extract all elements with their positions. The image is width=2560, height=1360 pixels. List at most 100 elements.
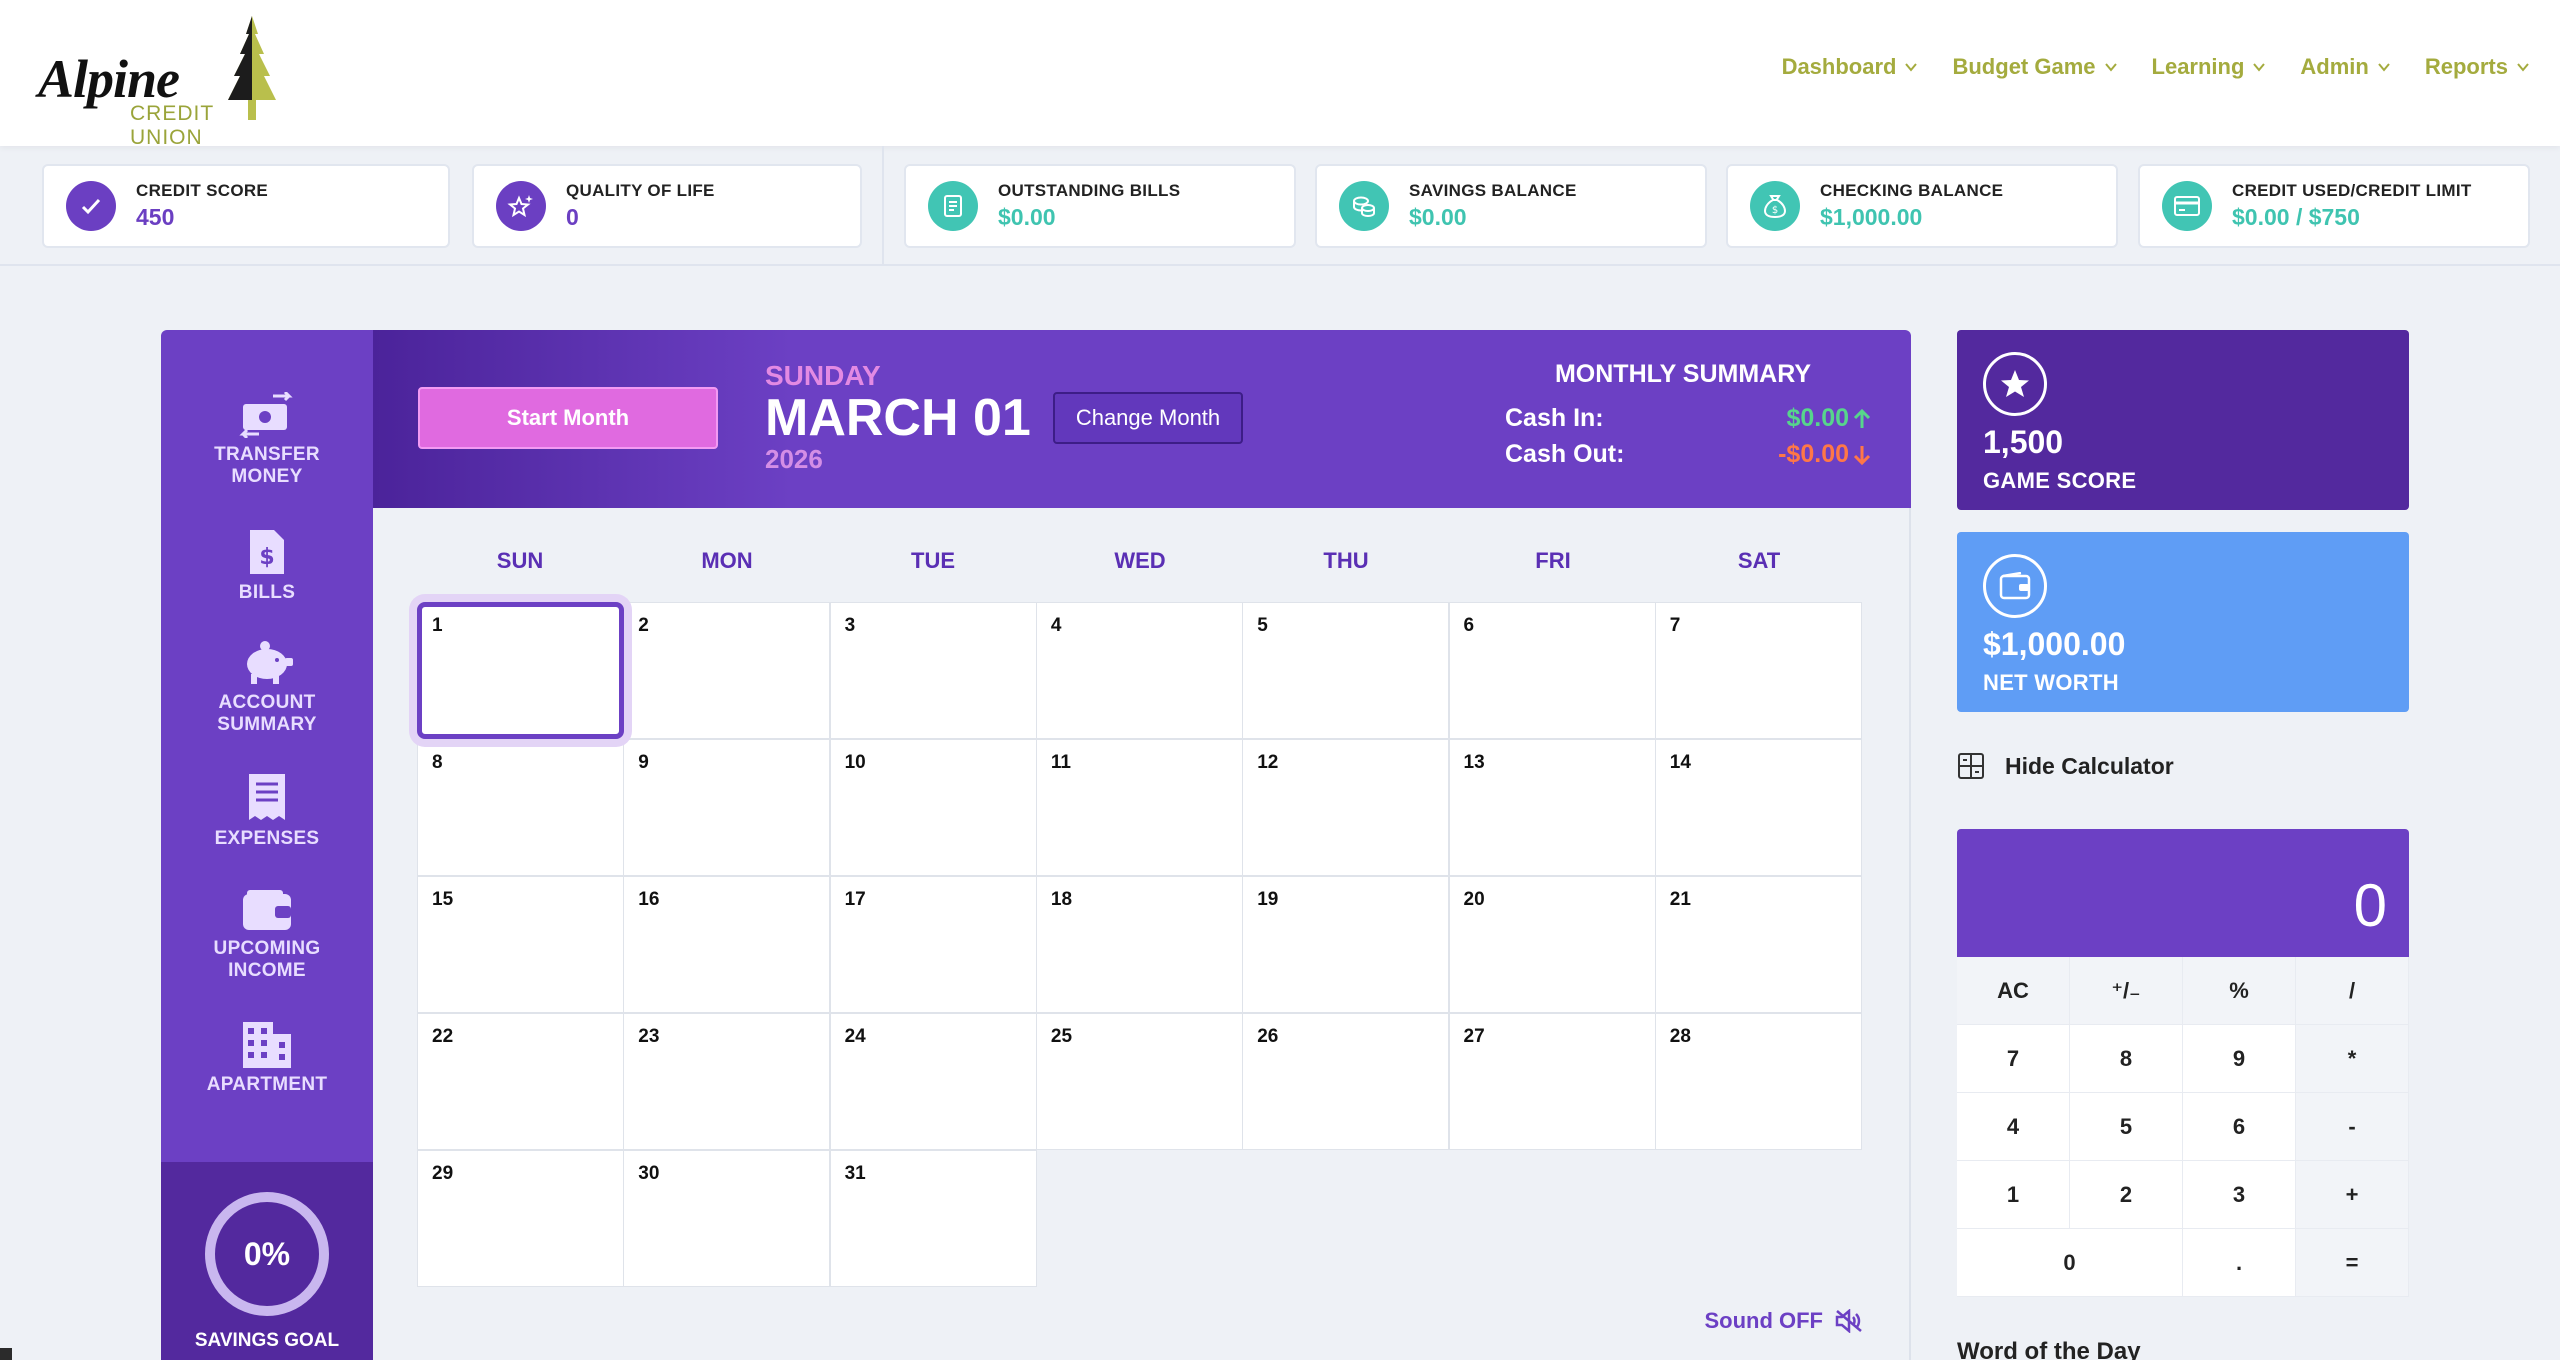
calc-key-7[interactable]: 7 xyxy=(1957,1025,2070,1093)
game-sidebar: TRANSFER MONEY $ BILLS ACCOUNT SUMMARY E… xyxy=(161,330,373,1360)
calendar-day-cell[interactable]: 21 xyxy=(1654,876,1862,1013)
calendar-day-cell[interactable]: 4 xyxy=(1035,602,1243,739)
calendar-day-cell[interactable]: 3 xyxy=(829,602,1037,739)
savings-goal-widget[interactable]: 0% SAVINGS GOAL xyxy=(161,1162,373,1360)
calendar-day-cell[interactable]: 24 xyxy=(829,1013,1037,1150)
calc-key-5[interactable]: 5 xyxy=(2070,1093,2183,1161)
sparkle-star-icon xyxy=(496,181,546,231)
calc-key-3[interactable]: 3 xyxy=(2183,1161,2296,1229)
calendar-day-cell[interactable]: 30 xyxy=(623,1150,831,1287)
sidebar-item-account-summary[interactable]: ACCOUNT SUMMARY xyxy=(161,640,373,736)
game-score-value: 1,500 xyxy=(1983,424,2064,460)
calc-key-plus[interactable]: + xyxy=(2296,1161,2409,1229)
calc-key-2[interactable]: 2 xyxy=(2070,1161,2183,1229)
nav-dashboard-label: Dashboard xyxy=(1781,54,1897,79)
calculator-icon xyxy=(1958,753,1984,779)
calc-key-4[interactable]: 4 xyxy=(1957,1093,2070,1161)
transfer-money-icon xyxy=(239,392,293,438)
nav-dashboard[interactable]: Dashboard xyxy=(1782,54,1919,80)
calendar-body: SUN MON TUE WED THU FRI SAT 1 2 3 4 5 6 7 8 9 10 1… xyxy=(373,508,1911,1360)
calc-key-equals[interactable]: = xyxy=(2296,1229,2409,1297)
calc-key-percent[interactable]: % xyxy=(2183,957,2296,1025)
calendar-header: Start Month SUNDAY MARCH 01 2026 Change … xyxy=(373,330,1911,508)
window-corner xyxy=(0,1348,12,1360)
calendar-day-number: 15 xyxy=(432,889,454,910)
calc-key-6[interactable]: 6 xyxy=(2183,1093,2296,1161)
calendar-day-cell[interactable]: 23 xyxy=(623,1013,831,1150)
calendar-day-cell[interactable]: 19 xyxy=(1242,876,1450,1013)
calendar-day-cell[interactable]: 9 xyxy=(623,739,831,876)
calendar-day-number: 7 xyxy=(1669,615,1681,636)
calc-key-decimal[interactable]: . xyxy=(2183,1229,2296,1297)
calendar-day-number: 1 xyxy=(432,615,443,636)
calc-key-multiply[interactable]: * xyxy=(2296,1025,2409,1093)
top-header: Alpine CREDIT UNION Dashboard Budget Gam… xyxy=(0,0,2560,149)
hide-calculator-toggle[interactable]: Hide Calculator xyxy=(1957,752,2174,780)
sound-toggle[interactable]: Sound OFF xyxy=(1704,1308,1863,1334)
alpine-credit-union-logo[interactable]: Alpine CREDIT UNION xyxy=(38,16,288,149)
calendar-day-cell[interactable]: 6 xyxy=(1448,602,1656,739)
sidebar-item-bills[interactable]: $ BILLS xyxy=(161,528,373,604)
calc-key-9[interactable]: 9 xyxy=(2183,1025,2296,1093)
nav-budget-game[interactable]: Budget Game xyxy=(1952,54,2117,80)
stat-value: 450 xyxy=(136,204,175,230)
stat-label: SAVINGS BALANCE xyxy=(1409,181,1577,200)
calendar-day-cell[interactable]: 5 xyxy=(1242,602,1450,739)
calendar-day-cell[interactable]: 31 xyxy=(829,1150,1037,1287)
calendar-day-number: 12 xyxy=(1257,752,1279,773)
change-month-button[interactable]: Change Month xyxy=(1053,392,1243,444)
nav-admin[interactable]: Admin xyxy=(2300,54,2390,80)
savings-goal-label: SAVINGS GOAL xyxy=(194,1330,340,1351)
calendar-day-number: 8 xyxy=(432,752,443,773)
calc-key-divide[interactable]: / xyxy=(2296,957,2409,1025)
calendar-day-cell[interactable]: 13 xyxy=(1448,739,1656,876)
sidebar-item-label: INCOME xyxy=(228,960,306,981)
calendar-day-cell[interactable]: 27 xyxy=(1448,1013,1656,1150)
calendar-day-cell[interactable]: 8 xyxy=(417,739,624,876)
calendar-day-number: 18 xyxy=(1050,889,1073,910)
nav-admin-label: Admin xyxy=(2300,54,2369,79)
calendar-day-cell[interactable]: 17 xyxy=(829,876,1037,1013)
sidebar-item-expenses[interactable]: EXPENSES xyxy=(161,772,373,850)
stats-bar: CREDIT SCORE 450 QUALITY OF LIFE 0 OUTST… xyxy=(0,146,2560,266)
calc-key-8[interactable]: 8 xyxy=(2070,1025,2183,1093)
cash-in-label: Cash In: xyxy=(1505,404,1604,432)
weekday-thu: THU xyxy=(1323,548,1369,573)
calendar-day-cell[interactable]: 16 xyxy=(623,876,831,1013)
svg-text:$: $ xyxy=(1772,205,1778,216)
net-worth-value: $1,000.00 xyxy=(1983,626,2126,662)
calendar-day-cell[interactable]: 14 xyxy=(1654,739,1862,876)
stat-credit-score: CREDIT SCORE 450 xyxy=(42,164,450,248)
calendar-day-cell[interactable]: 22 xyxy=(417,1013,624,1150)
calendar-day-cell[interactable]: 1 xyxy=(417,602,624,739)
calendar-day-cell[interactable]: 28 xyxy=(1654,1013,1862,1150)
calendar-day-cell[interactable]: 7 xyxy=(1654,602,1862,739)
calc-key-1[interactable]: 1 xyxy=(1957,1161,2070,1229)
calendar-day-cell[interactable]: 10 xyxy=(829,739,1037,876)
savings-goal-percent: 0% xyxy=(243,1235,291,1272)
calendar-day-cell[interactable]: 15 xyxy=(417,876,624,1013)
start-month-button[interactable]: Start Month xyxy=(418,387,718,449)
calendar-day-cell[interactable]: 26 xyxy=(1242,1013,1450,1150)
calendar-day-cell[interactable]: 20 xyxy=(1448,876,1656,1013)
stats-divider xyxy=(882,146,884,266)
net-worth-label: NET WORTH xyxy=(1983,670,2119,695)
sidebar-item-transfer-money[interactable]: TRANSFER MONEY xyxy=(161,392,373,488)
calc-key-clear[interactable]: AC xyxy=(1957,957,2070,1025)
calendar-day-cell[interactable]: 29 xyxy=(417,1150,624,1287)
calendar-day-cell[interactable]: 25 xyxy=(1035,1013,1243,1150)
sidebar-item-apartment[interactable]: APARTMENT xyxy=(161,1020,373,1096)
calc-key-0[interactable]: 0 xyxy=(1957,1229,2183,1297)
sidebar-item-upcoming-income[interactable]: UPCOMING INCOME xyxy=(161,888,373,982)
calendar-day-cell[interactable]: 11 xyxy=(1035,739,1243,876)
stat-label: QUALITY OF LIFE xyxy=(566,181,715,200)
calc-key-minus[interactable]: - xyxy=(2296,1093,2409,1161)
nav-reports[interactable]: Reports xyxy=(2425,54,2530,80)
calendar-day-cell[interactable]: 12 xyxy=(1242,739,1450,876)
chevron-down-icon xyxy=(2517,63,2529,72)
calc-key-plus-minus[interactable]: ⁺/₋ xyxy=(2070,957,2183,1025)
nav-learning[interactable]: Learning xyxy=(2152,54,2267,80)
hide-calculator-label: Hide Calculator xyxy=(2005,752,2174,779)
calendar-day-cell[interactable]: 18 xyxy=(1035,876,1243,1013)
calendar-day-cell[interactable]: 2 xyxy=(623,602,831,739)
